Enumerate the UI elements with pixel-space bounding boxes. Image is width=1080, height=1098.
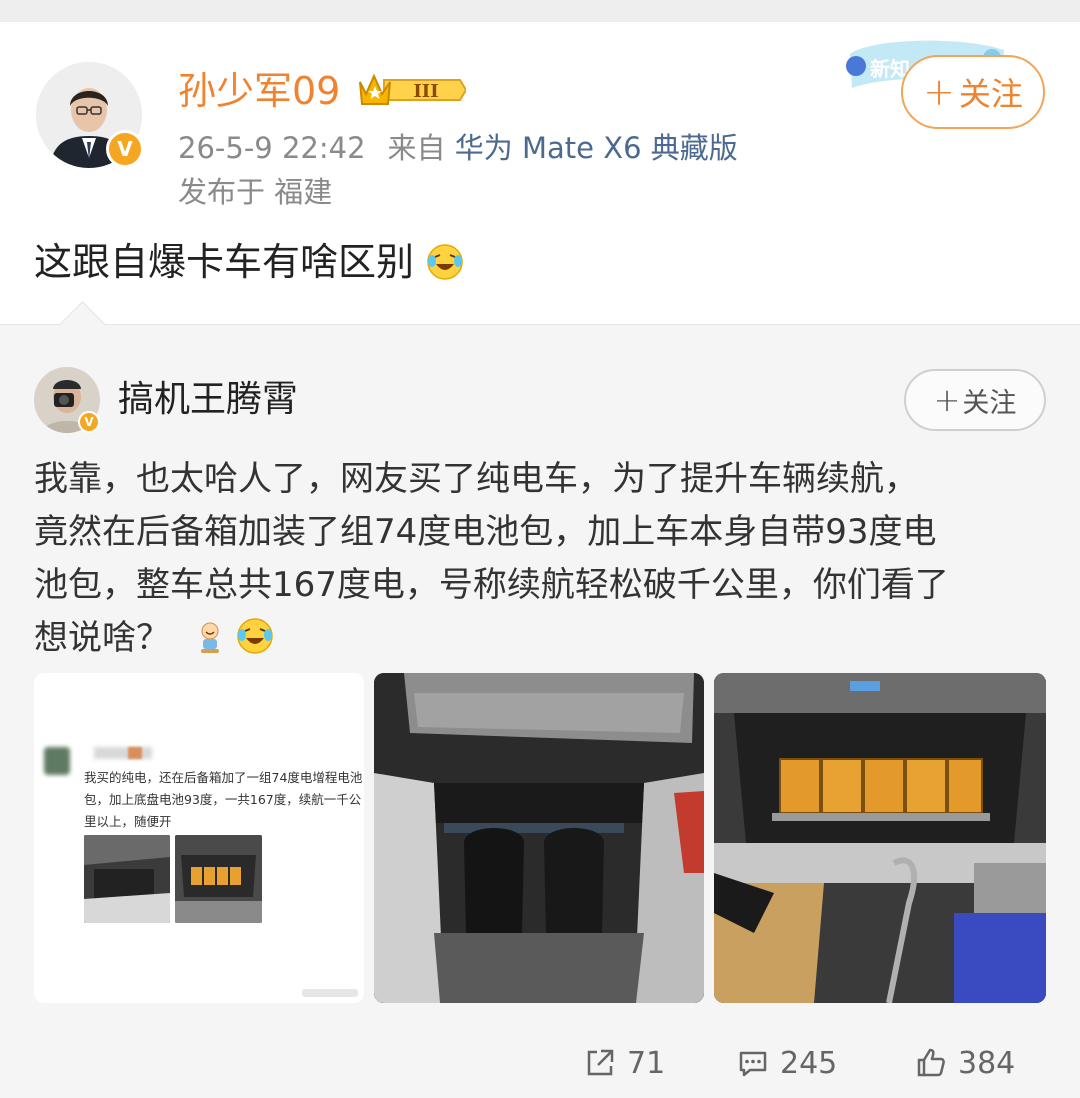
follow-button[interactable]: + 关注 bbox=[901, 55, 1045, 129]
quoted-verified-badge: V bbox=[78, 411, 100, 433]
thumbs-up-icon bbox=[917, 1048, 945, 1077]
comment-button[interactable]: 245 bbox=[736, 1038, 837, 1088]
thumbnail-battery-trunk bbox=[175, 835, 262, 923]
post-image-2[interactable] bbox=[374, 673, 704, 1003]
blurred-avatar bbox=[44, 747, 70, 775]
top-divider-strip bbox=[0, 0, 1080, 23]
post-image-3[interactable] bbox=[714, 673, 1046, 1003]
quoted-post-text: 我靠，也太哈人了，网友买了纯电车，为了提升车辆续航， 竟然在后备箱加装了组74度… bbox=[34, 453, 1049, 671]
smiling-character-emoji bbox=[195, 618, 225, 671]
like-button[interactable]: 384 bbox=[914, 1038, 1015, 1088]
comment-icon bbox=[739, 1051, 767, 1077]
image-caption-text: 我买的纯电，还在后备箱加了一组74度电增程电池包，加上底盘电池93度，一共167… bbox=[84, 770, 363, 829]
post-meta: 26-5-9 22:42 来自 华为 Mate X6 典藏版 bbox=[178, 128, 738, 168]
quoted-text-line: 竟然在后备箱加装了组74度电池包，加上车本身自带93度电 bbox=[34, 512, 937, 552]
post-device[interactable]: 华为 Mate X6 典藏版 bbox=[455, 131, 738, 165]
post-time: 26-5-9 22:42 bbox=[178, 131, 366, 165]
battery-trunk-photo bbox=[714, 673, 1046, 1003]
author-name[interactable]: 孙少军09 bbox=[178, 66, 340, 116]
quoted-text-line: 我靠，也太哈人了，网友买了纯电车，为了提升车辆续航， bbox=[34, 459, 918, 499]
quoted-author-name[interactable]: 搞机王腾霄 bbox=[118, 375, 298, 425]
blurred-tag bbox=[128, 747, 142, 759]
main-post-card: V 孙少军09 III 新知 + 关注 26-5-9 22:42 来自 华为 Ma… bbox=[0, 22, 1080, 324]
action-bar: 71 245 384 bbox=[0, 1038, 1080, 1088]
follow-button-label: 关注 bbox=[958, 75, 1023, 113]
thumbnail-car-interior bbox=[84, 835, 170, 923]
comment-count: 245 bbox=[780, 1045, 838, 1081]
car-interior-photo bbox=[374, 673, 704, 1003]
verified-badge: V bbox=[106, 130, 144, 168]
laugh-cry-emoji bbox=[426, 242, 464, 294]
quoted-follow-button[interactable]: + 关注 bbox=[904, 369, 1046, 431]
like-count: 384 bbox=[958, 1045, 1016, 1081]
quoted-text-line: 池包，整车总共167度电，号称续航轻松破千公里，你们看了 bbox=[34, 565, 949, 605]
quoted-text-line: 想说啥？ bbox=[34, 612, 1049, 671]
reposted-post[interactable]: V 搞机王腾霄 + 关注 我靠，也太哈人了，网友买了纯电车，为了提升车辆续航， … bbox=[0, 301, 1080, 1098]
share-icon bbox=[587, 1049, 614, 1076]
blurred-username bbox=[94, 747, 152, 759]
quoted-follow-label: 关注 bbox=[962, 387, 1017, 419]
post-source-prefix: 来自 bbox=[387, 131, 446, 165]
svg-text:III: III bbox=[413, 81, 438, 102]
post-text: 这跟自爆卡车有啥区别 bbox=[34, 236, 464, 294]
laugh-cry-emoji bbox=[236, 617, 274, 671]
repost-button[interactable]: 71 bbox=[583, 1038, 665, 1088]
repost-count: 71 bbox=[627, 1045, 666, 1081]
member-level-badge[interactable]: III bbox=[356, 70, 468, 110]
post-image-1[interactable]: 我买的纯电，还在后备箱加了一组74度电增程电池包，加上底盘电池93度，一共167… bbox=[34, 673, 364, 1003]
post-location: 发布于 福建 bbox=[178, 175, 333, 209]
watermark bbox=[302, 989, 358, 997]
